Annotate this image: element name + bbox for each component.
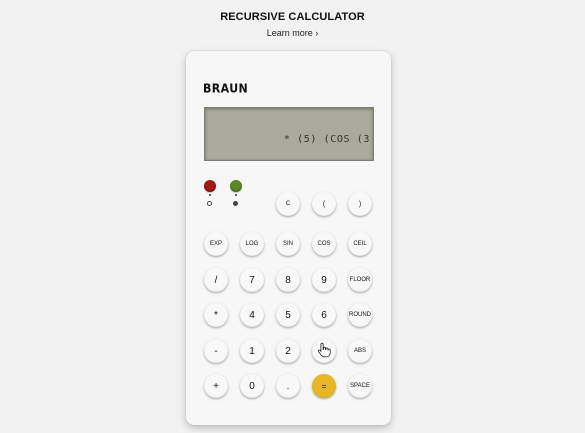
calculator-body: BRAUN * (5) (COS (3 C ( ) EXP LOG SIN CO… bbox=[186, 51, 391, 425]
red-led-button[interactable] bbox=[204, 180, 216, 192]
learn-more-link[interactable]: Learn more › bbox=[0, 28, 585, 38]
key-two[interactable]: 2 bbox=[276, 339, 300, 363]
key-divide[interactable]: / bbox=[204, 268, 228, 292]
key-one[interactable]: 1 bbox=[240, 339, 264, 363]
green-led-radio[interactable] bbox=[233, 201, 238, 206]
key-exp[interactable]: EXP bbox=[204, 232, 228, 256]
brand-logo: BRAUN bbox=[203, 81, 249, 96]
display-text: * (5) (COS (3 bbox=[283, 134, 370, 145]
key-eight[interactable]: 8 bbox=[276, 268, 300, 292]
green-led-marker bbox=[235, 194, 237, 196]
key-multiply[interactable]: * bbox=[204, 303, 228, 327]
key-seven[interactable]: 7 bbox=[240, 268, 264, 292]
key-zero[interactable]: 0 bbox=[240, 374, 264, 398]
hand-cursor-icon bbox=[317, 342, 331, 358]
key-floor[interactable]: FLOOR bbox=[348, 268, 372, 292]
key-close-paren[interactable]: ) bbox=[348, 192, 372, 216]
red-led-radio[interactable] bbox=[207, 201, 212, 206]
page-title: RECURSIVE CALCULATOR bbox=[220, 11, 365, 23]
key-four[interactable]: 4 bbox=[240, 303, 264, 327]
green-led-button[interactable] bbox=[230, 180, 242, 192]
key-round[interactable]: ROUND bbox=[348, 303, 372, 327]
key-plus[interactable]: + bbox=[204, 374, 228, 398]
key-six[interactable]: 6 bbox=[312, 303, 336, 327]
key-space[interactable]: SPACE bbox=[348, 374, 372, 398]
key-equals[interactable]: = bbox=[312, 374, 336, 398]
key-five[interactable]: 5 bbox=[276, 303, 300, 327]
key-log[interactable]: LOG bbox=[240, 232, 264, 256]
key-sin[interactable]: SIN bbox=[276, 232, 300, 256]
key-ceil[interactable]: CEIL bbox=[348, 232, 372, 256]
key-abs[interactable]: ABS bbox=[348, 339, 372, 363]
key-minus[interactable]: - bbox=[204, 339, 228, 363]
calculator-display: * (5) (COS (3 bbox=[204, 107, 374, 161]
key-nine[interactable]: 9 bbox=[312, 268, 336, 292]
red-led-marker bbox=[209, 194, 211, 196]
key-decimal[interactable]: . bbox=[276, 374, 300, 398]
key-clear[interactable]: C bbox=[276, 192, 300, 216]
key-open-paren[interactable]: ( bbox=[312, 192, 336, 216]
key-cos[interactable]: COS bbox=[312, 232, 336, 256]
